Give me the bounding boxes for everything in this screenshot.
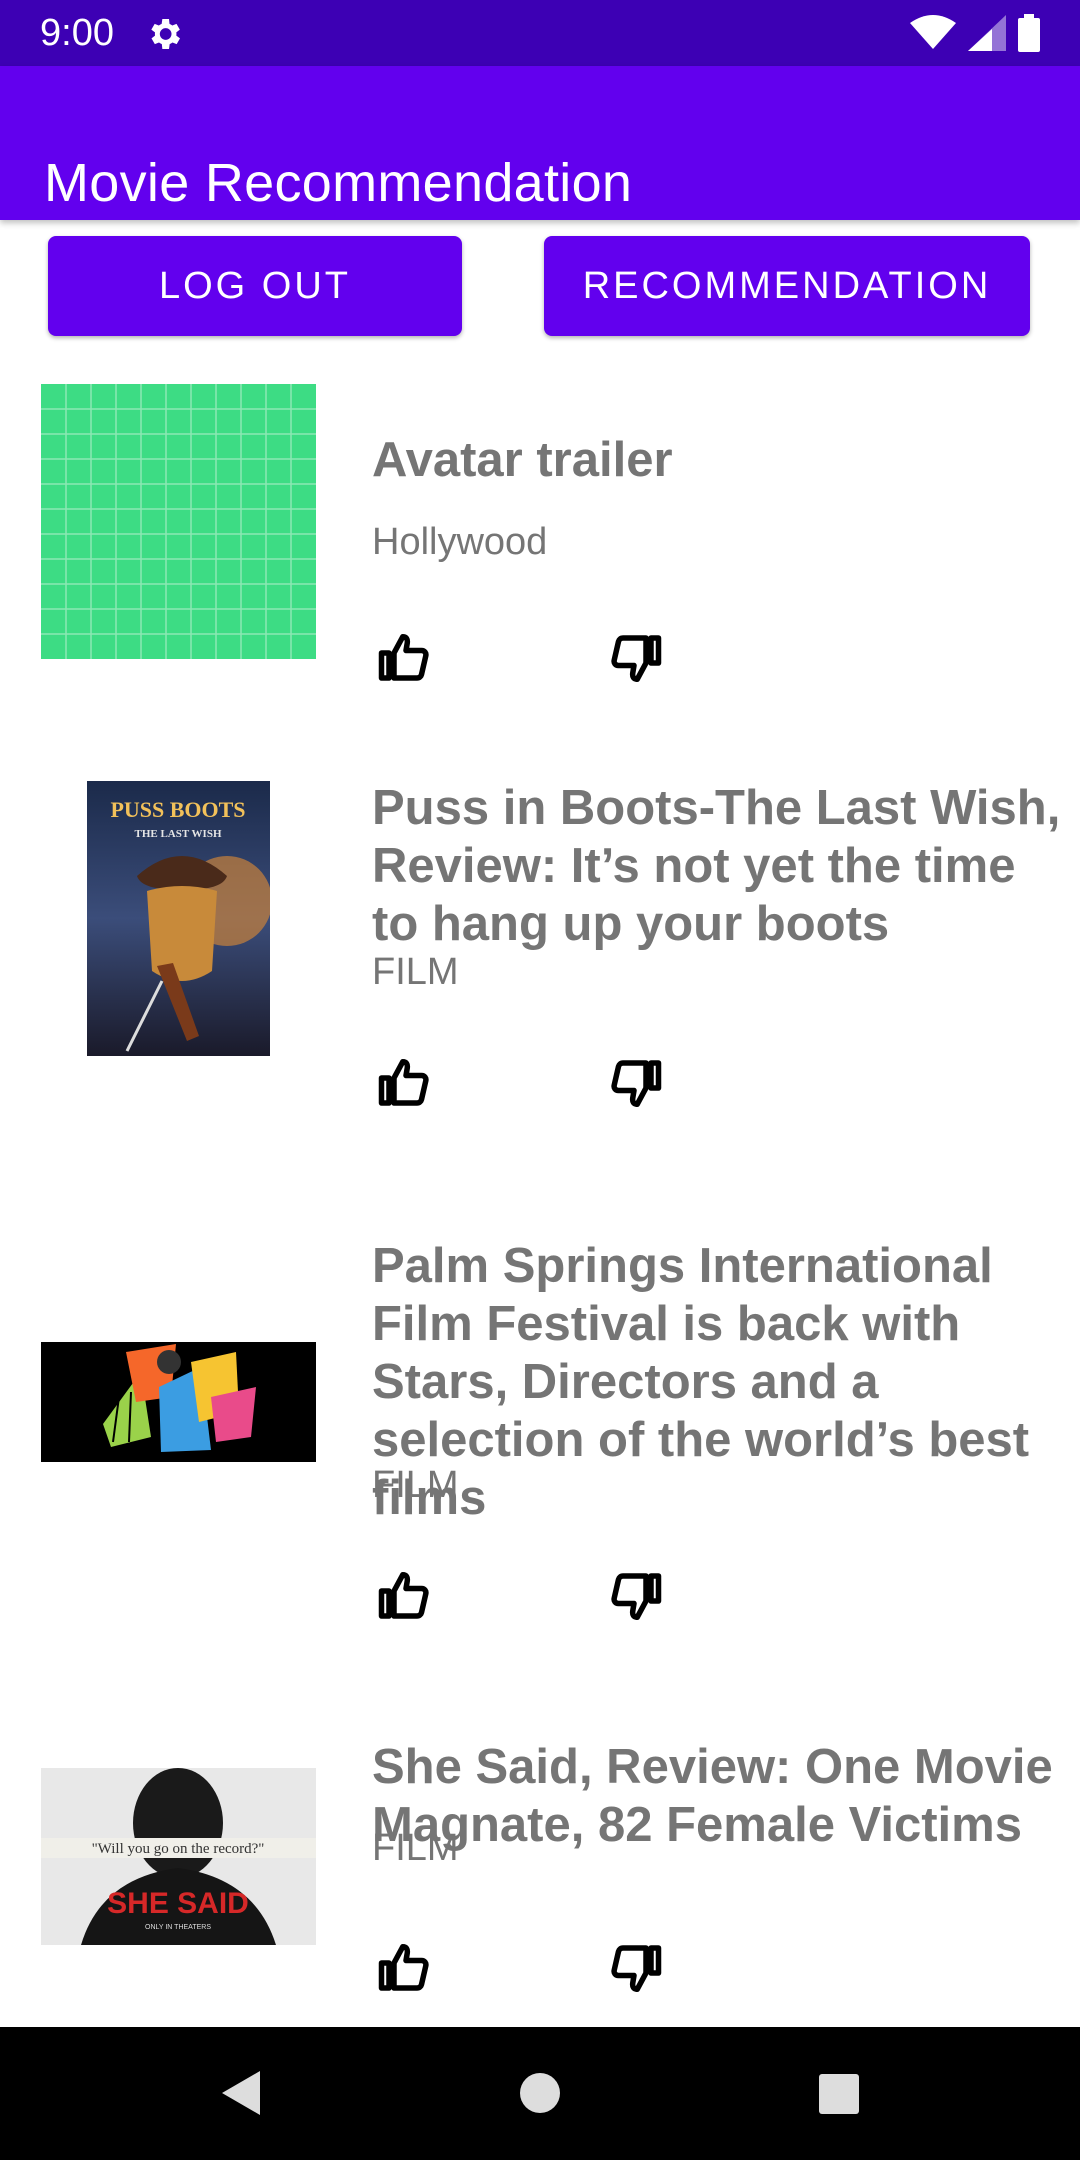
poster-quote: "Will you go on the record?" xyxy=(92,1841,265,1857)
app-bar: Movie Recommendation xyxy=(0,66,1080,220)
thumbs-down-icon[interactable] xyxy=(606,1053,666,1113)
item-title: She Said, Review: One Movie Magnate, 82 … xyxy=(372,1740,1053,1852)
thumbs-down-icon[interactable] xyxy=(606,1566,666,1626)
item-category: Hollywood xyxy=(372,521,548,563)
item-title: Palm Springs International Film Festival… xyxy=(372,1239,1030,1525)
signal-icon xyxy=(968,15,1006,51)
status-bar: 9:00 xyxy=(0,0,1080,66)
placeholder-thumbnail xyxy=(41,384,316,659)
thumbs-up-icon[interactable] xyxy=(374,1566,434,1626)
poster-title: PUSS BOOTS xyxy=(110,797,245,822)
item-title: Puss in Boots-The Last Wish, Review: It’… xyxy=(372,781,1061,951)
back-icon[interactable] xyxy=(218,2067,266,2119)
navigation-bar xyxy=(0,2027,1080,2160)
item-title: Avatar trailer xyxy=(372,433,673,487)
thumbs-up-icon[interactable] xyxy=(374,628,434,688)
movie-list[interactable]: Avatar trailer Hollywood PUSS BOOTS THE … xyxy=(0,370,1080,2027)
palm-springs-festival-banner xyxy=(41,1342,316,1462)
thumbs-down-icon[interactable] xyxy=(606,628,666,688)
poster-title: SHE SAID xyxy=(107,1887,249,1920)
recents-icon[interactable] xyxy=(818,2073,860,2115)
home-icon[interactable] xyxy=(518,2071,562,2115)
item-category: FILM xyxy=(372,1827,459,1869)
item-category: FILM xyxy=(372,951,459,993)
app-title: Movie Recommendation xyxy=(44,153,633,214)
recommendation-button[interactable]: RECOMMENDATION xyxy=(544,236,1030,336)
puss-in-boots-poster: PUSS BOOTS THE LAST WISH xyxy=(87,781,270,1056)
thumbs-up-icon[interactable] xyxy=(374,1938,434,1998)
thumbs-down-icon[interactable] xyxy=(606,1938,666,1998)
she-said-poster: "Will you go on the record?" SHE SAID ON… xyxy=(41,1768,316,1945)
status-time: 9:00 xyxy=(40,12,114,54)
poster-subtitle: THE LAST WISH xyxy=(134,828,221,840)
wifi-icon xyxy=(910,15,956,49)
thumbs-up-icon[interactable] xyxy=(374,1053,434,1113)
poster-subtitle: ONLY IN THEATERS xyxy=(145,1924,211,1931)
logout-button[interactable]: LOG OUT xyxy=(48,236,462,336)
item-category: FILM xyxy=(372,1464,459,1506)
battery-icon xyxy=(1018,14,1040,52)
settings-icon xyxy=(151,19,180,49)
